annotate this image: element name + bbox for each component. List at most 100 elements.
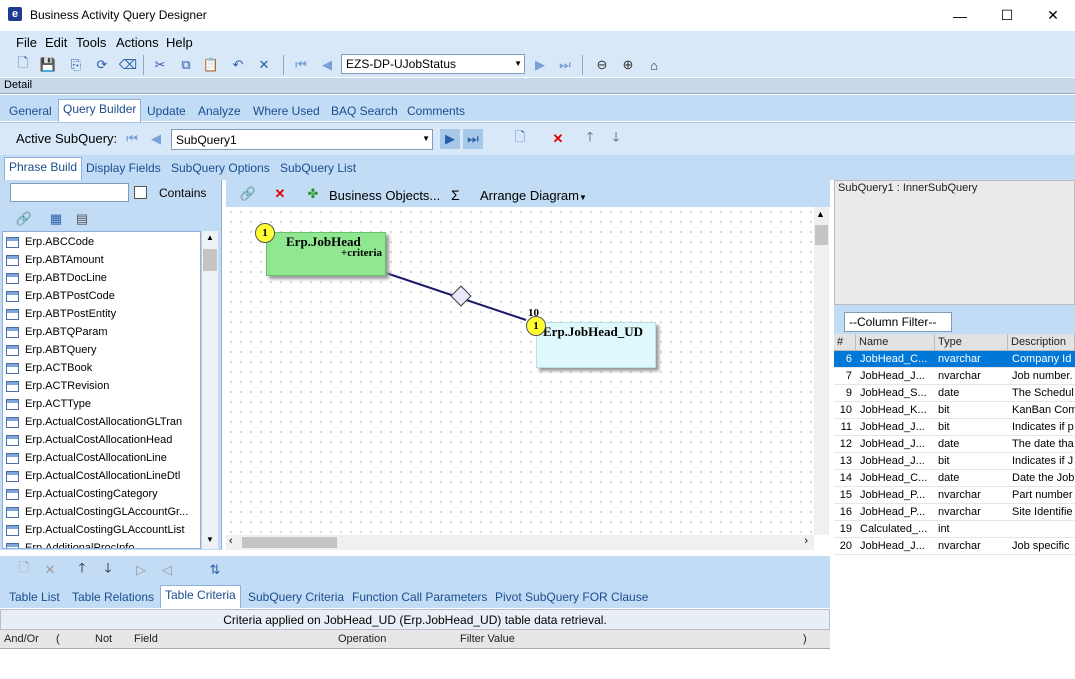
criteria-col-operation[interactable]: Operation — [338, 633, 386, 645]
tab-pivot-subquery-for-clause[interactable]: Pivot SubQuery FOR Clause — [495, 590, 648, 604]
table-node-jobhead-ud[interactable]: Erp.JobHead_UD — [536, 322, 656, 368]
grid-row[interactable]: 19 Calculated_... int — [834, 521, 1075, 538]
move-down-icon[interactable]: 🡓 — [606, 129, 626, 149]
tab-query-builder[interactable]: Query Builder — [58, 99, 142, 122]
column-filter-input[interactable]: --Column Filter-- — [844, 312, 952, 332]
table-list-item[interactable]: Erp.ABTQParam — [3, 323, 200, 341]
grid-row[interactable]: 12 JobHead_J... date The date tha — [834, 436, 1075, 453]
next-record-icon[interactable]: ▶ — [530, 55, 550, 75]
move-down-criteria-icon[interactable]: 🡓 — [98, 560, 118, 580]
grid-row[interactable]: 6 JobHead_C... nvarchar Company Id — [834, 351, 1075, 368]
last-subquery-icon[interactable]: ⏭ — [463, 129, 483, 149]
tab-where-used[interactable]: Where Used — [253, 104, 320, 118]
menu-tools[interactable]: Tools — [76, 35, 106, 50]
indent-right-icon[interactable]: ▷ — [131, 560, 151, 580]
new-criteria-icon[interactable]: 🗋 — [14, 560, 34, 580]
table-list-item[interactable]: Erp.ActualCostAllocationHead — [3, 431, 200, 449]
tab-function-call-parameters[interactable]: Function Call Parameters — [352, 590, 487, 604]
previous-record-icon[interactable]: ◀ — [317, 55, 337, 75]
undo-icon[interactable]: ↶ — [228, 55, 248, 75]
maximize-button[interactable]: ☐ — [984, 0, 1030, 31]
grid-header-number[interactable]: # — [834, 334, 856, 351]
canvas-vertical-scrollbar[interactable]: ▲ — [814, 207, 829, 535]
grid-header-name[interactable]: Name — [856, 334, 935, 351]
last-record-icon[interactable]: ⏭ — [555, 55, 575, 75]
criteria-col-open-paren[interactable]: ( — [56, 633, 60, 645]
tab-table-relations[interactable]: Table Relations — [72, 590, 154, 604]
home-icon[interactable]: ⌂ — [644, 55, 664, 75]
table-icon[interactable]: ▦ — [46, 209, 66, 229]
grid-header-description[interactable]: Description — [1008, 334, 1075, 351]
table-list-item[interactable]: Erp.ABTPostEntity — [3, 305, 200, 323]
table-list-scrollbar[interactable]: ▲ ▼ — [201, 231, 218, 549]
tab-table-list[interactable]: Table List — [9, 590, 60, 604]
table-search-input[interactable] — [10, 183, 129, 202]
paste-icon[interactable]: 📋 — [201, 55, 221, 75]
relation-link-icon[interactable]: 🔗 — [238, 184, 258, 204]
table-list-item[interactable]: Erp.ActualCostingCategory — [3, 485, 200, 503]
table-list-item[interactable]: Erp.ACTType — [3, 395, 200, 413]
tab-subquery-options[interactable]: SubQuery Options — [171, 161, 270, 175]
new-icon[interactable]: 🗋 — [13, 55, 33, 75]
grid-row[interactable]: 7 JobHead_J... nvarchar Job number. — [834, 368, 1075, 385]
tab-update[interactable]: Update — [147, 104, 186, 118]
tab-general[interactable]: General — [9, 104, 52, 118]
tab-phrase-build[interactable]: Phrase Build — [4, 157, 83, 180]
tab-subquery-list[interactable]: SubQuery List — [280, 161, 356, 175]
delete-icon[interactable]: ✕ — [254, 55, 274, 75]
criteria-col-close-paren[interactable]: ) — [803, 633, 807, 645]
criteria-col-field[interactable]: Field — [134, 633, 158, 645]
move-up-criteria-icon[interactable]: 🡑 — [72, 560, 92, 580]
tab-display-fields[interactable]: Display Fields — [86, 161, 161, 175]
tab-subquery-criteria[interactable]: SubQuery Criteria — [248, 590, 344, 604]
menu-help[interactable]: Help — [166, 35, 193, 50]
save-icon[interactable]: 💾 — [38, 55, 58, 75]
criteria-col-not[interactable]: Not — [95, 633, 112, 645]
tab-baq-search[interactable]: BAQ Search — [331, 104, 398, 118]
delete-criteria-icon[interactable]: ✕ — [40, 560, 60, 580]
tab-analyze[interactable]: Analyze — [198, 104, 241, 118]
cut-icon[interactable]: ✂ — [150, 55, 170, 75]
grid-row[interactable]: 15 JobHead_P... nvarchar Part number — [834, 487, 1075, 504]
table-list-item[interactable]: Erp.ActualCostAllocationLineDtl — [3, 467, 200, 485]
criteria-col-filter-value[interactable]: Filter Value — [460, 633, 515, 645]
table-list-item[interactable]: Erp.ACTBook — [3, 359, 200, 377]
forward-icon[interactable]: ⊕ — [618, 55, 638, 75]
criteria-col-and-or[interactable]: And/Or — [4, 633, 39, 645]
relation-diamond-icon[interactable] — [450, 285, 472, 307]
first-record-icon[interactable]: ⏮ — [291, 55, 311, 75]
first-subquery-icon[interactable]: ⏮ — [122, 129, 142, 149]
previous-subquery-icon[interactable]: ◀ — [146, 129, 166, 149]
new-subquery-icon[interactable]: 🗋 — [510, 129, 530, 149]
criteria-grid-body[interactable] — [0, 650, 830, 679]
arrange-diagram-button[interactable]: Arrange Diagram▼ — [480, 188, 587, 203]
table-list-item[interactable]: Erp.ABTDocLine — [3, 269, 200, 287]
grid-row[interactable]: 9 JobHead_S... date The Schedul — [834, 385, 1075, 402]
close-button[interactable]: ✕ — [1030, 0, 1075, 31]
delete-subquery-icon[interactable]: ✕ — [548, 129, 568, 149]
table-list-item[interactable]: Erp.ActualCostingGLAccountGr... — [3, 503, 200, 521]
copy-doc-icon[interactable]: ⎘ — [66, 55, 86, 75]
table-list-item[interactable]: Erp.ACTRevision — [3, 377, 200, 395]
grid-row[interactable]: 14 JobHead_C... date Date the Job — [834, 470, 1075, 487]
query-id-combo[interactable]: EZS-DP-UJobStatus ▼ — [341, 54, 525, 74]
grid-row[interactable]: 16 JobHead_P... nvarchar Site Identifie — [834, 504, 1075, 521]
table-list-item[interactable]: Erp.ActualCostAllocationLine — [3, 449, 200, 467]
copy-icon[interactable]: ⧉ — [176, 55, 196, 75]
business-objects-button[interactable]: Business Objects... — [329, 188, 440, 203]
business-objects-icon[interactable]: ✤ — [303, 184, 323, 204]
table-options-icon[interactable]: ▤ — [72, 209, 92, 229]
delete-table-icon[interactable]: ✕ — [270, 184, 290, 204]
link-icon[interactable]: 🔗 — [14, 209, 34, 229]
table-list-item[interactable]: Erp.ABTAmount — [3, 251, 200, 269]
back-icon[interactable]: ⊖ — [592, 55, 612, 75]
menu-actions[interactable]: Actions — [116, 35, 159, 50]
tab-table-criteria[interactable]: Table Criteria — [160, 585, 241, 608]
grid-header-type[interactable]: Type — [935, 334, 1008, 351]
move-up-icon[interactable]: 🡑 — [580, 129, 600, 149]
grid-row[interactable]: 10 JobHead_K... bit KanBan Com — [834, 402, 1075, 419]
menu-edit[interactable]: Edit — [45, 35, 67, 50]
table-node-jobhead[interactable]: Erp.JobHead +criteria — [266, 232, 386, 276]
table-list-item[interactable]: Erp.ABTPostCode — [3, 287, 200, 305]
table-list-item[interactable]: Erp.ABTQuery — [3, 341, 200, 359]
